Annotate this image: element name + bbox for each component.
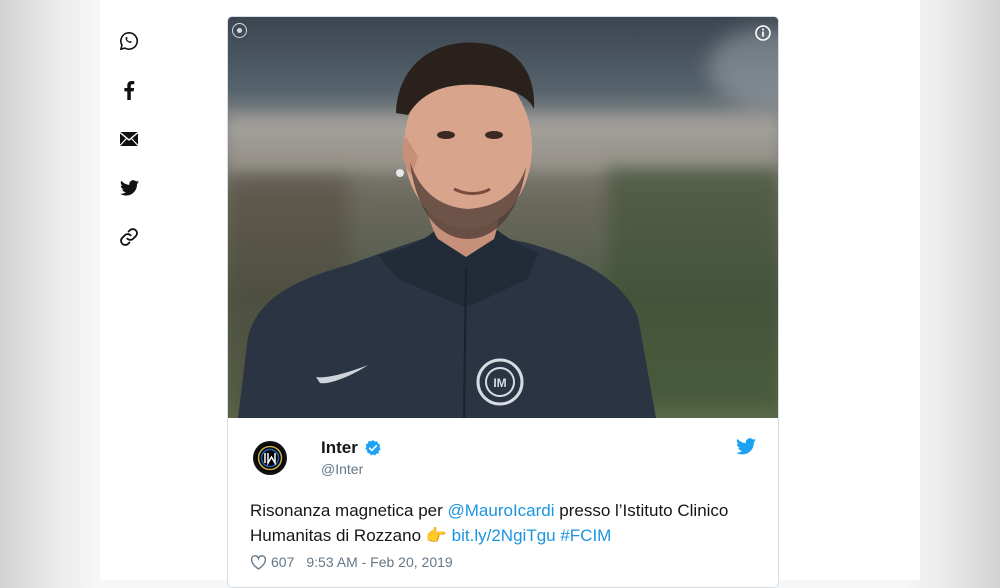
media-watermark-icon [232, 23, 247, 38]
display-name[interactable]: Inter [321, 438, 382, 458]
url-link[interactable]: bit.ly/2NgiTgu [452, 526, 556, 545]
share-facebook-button[interactable] [116, 77, 142, 103]
share-copy-link-button[interactable] [116, 224, 142, 250]
hashtag-link[interactable]: #FCIM [560, 526, 611, 545]
link-icon [120, 228, 138, 246]
avatar[interactable] [253, 441, 287, 475]
inter-logo-icon [256, 444, 284, 472]
twitter-logo-icon[interactable] [736, 438, 756, 460]
verified-badge-icon [365, 440, 381, 456]
tweet-body: Inter @Inter Risonanza magnetica per @Ma… [228, 418, 778, 570]
tweet-meta: 607 9:53 AM - Feb 20, 2019 [250, 554, 756, 570]
whatsapp-icon [119, 32, 138, 51]
facebook-icon [124, 81, 135, 100]
tweet-header: Inter @Inter [250, 438, 756, 498]
share-email-button[interactable] [116, 126, 142, 152]
display-name-text: Inter [321, 438, 358, 457]
share-twitter-button[interactable] [116, 175, 142, 201]
tweet-timestamp[interactable]: 9:53 AM - Feb 20, 2019 [306, 554, 452, 570]
tweet-media-photo[interactable]: IM [228, 17, 778, 418]
twitter-icon [119, 180, 139, 196]
embedded-tweet-card[interactable]: IM Inter @Inter Risonanza magnetica per … [227, 16, 779, 588]
heart-icon [250, 554, 267, 570]
like-count: 607 [271, 554, 295, 570]
player-figure: IM [238, 42, 656, 418]
pointing-hand-emoji: 👉 [425, 526, 447, 545]
svg-text:IM: IM [493, 376, 506, 390]
share-whatsapp-button[interactable] [116, 28, 142, 54]
share-bar [116, 28, 142, 273]
tweet-text: Risonanza magnetica per @MauroIcardi pre… [250, 498, 770, 548]
tweet-text-part: Risonanza magnetica per [250, 501, 448, 520]
info-icon[interactable] [755, 25, 771, 41]
like-button[interactable]: 607 [250, 554, 294, 570]
mail-icon [120, 132, 138, 146]
handle[interactable]: @Inter [321, 461, 363, 477]
mention-link[interactable]: @MauroIcardi [448, 501, 555, 520]
